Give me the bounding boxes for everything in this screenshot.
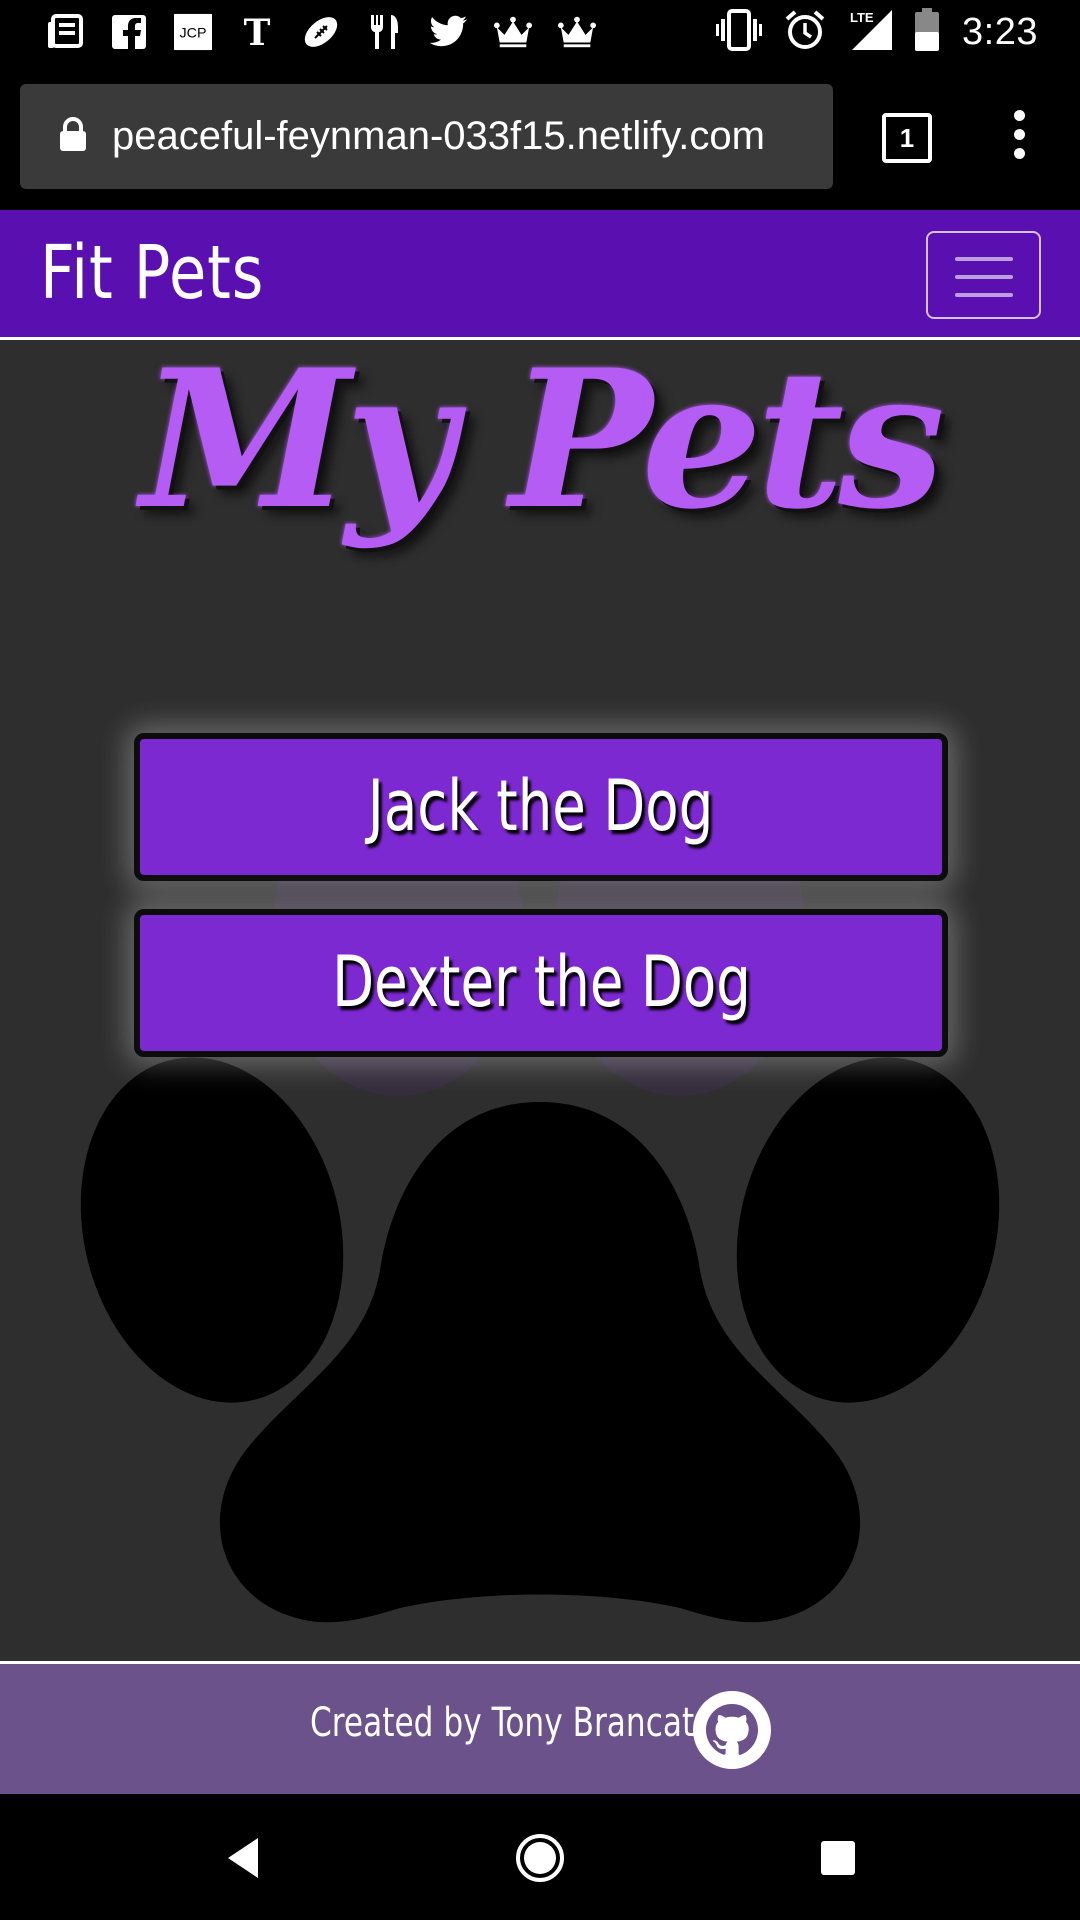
vibrate-icon [716, 9, 763, 55]
url-text: peaceful-feynman-033f15.netlify.com [112, 114, 765, 158]
restaurant-icon [366, 13, 404, 51]
status-bar: JCP T LTE 3:23 [0, 0, 1080, 64]
clock-time: 3:23 [962, 10, 1038, 53]
github-icon[interactable] [692, 1690, 772, 1770]
web-page: Fit Pets My Pets Jack the Dog Dexter the… [0, 210, 1080, 1794]
lock-icon [60, 117, 86, 151]
system-nav-bar [0, 1794, 1080, 1920]
jcp-icon: JCP [174, 13, 212, 51]
site-navbar: Fit Pets [0, 210, 1080, 340]
pet-button-jack[interactable]: Jack the Dog [134, 733, 948, 881]
url-bar[interactable]: peaceful-feynman-033f15.netlify.com [20, 84, 833, 189]
alarm-icon [784, 9, 826, 55]
jcp-label: JCP [180, 26, 207, 42]
system-indicators: LTE 3:23 [716, 8, 1038, 56]
network-label: LTE [850, 10, 874, 25]
phone-screen: JCP T LTE 3:23 peaceful-feynman-033f15.n… [0, 0, 1080, 1920]
site-brand-link[interactable]: Fit Pets [40, 230, 264, 316]
lte-signal-icon: LTE [848, 8, 893, 56]
news-icon [46, 13, 84, 51]
twitter-icon [430, 13, 468, 51]
home-icon[interactable] [510, 1828, 570, 1888]
page-title: My Pets [140, 328, 945, 551]
crown-icon [494, 13, 532, 51]
pet-button-dexter[interactable]: Dexter the Dog [134, 909, 948, 1057]
pet-button-label: Dexter the Dog [331, 941, 751, 1023]
browser-toolbar: peaceful-feynman-033f15.netlify.com 1 [0, 64, 1080, 210]
tab-switcher-button[interactable]: 1 [882, 113, 932, 163]
back-icon[interactable] [214, 1828, 274, 1888]
pet-button-label: Jack the Dog [368, 765, 714, 847]
navbar-toggle-button[interactable] [926, 231, 1041, 319]
football-icon [302, 13, 340, 51]
browser-menu-button[interactable] [1004, 110, 1034, 162]
facebook-icon [110, 13, 148, 51]
notification-icons: JCP T [46, 10, 596, 54]
nytimes-icon: T [238, 13, 276, 51]
site-footer: Created by Tony Brancato [0, 1661, 1080, 1794]
crown-icon [558, 13, 596, 51]
svg-text:T: T [244, 13, 271, 51]
recents-icon[interactable] [808, 1828, 868, 1888]
battery-icon [914, 8, 940, 56]
footer-credit: Created by Tony Brancato [310, 1700, 714, 1746]
